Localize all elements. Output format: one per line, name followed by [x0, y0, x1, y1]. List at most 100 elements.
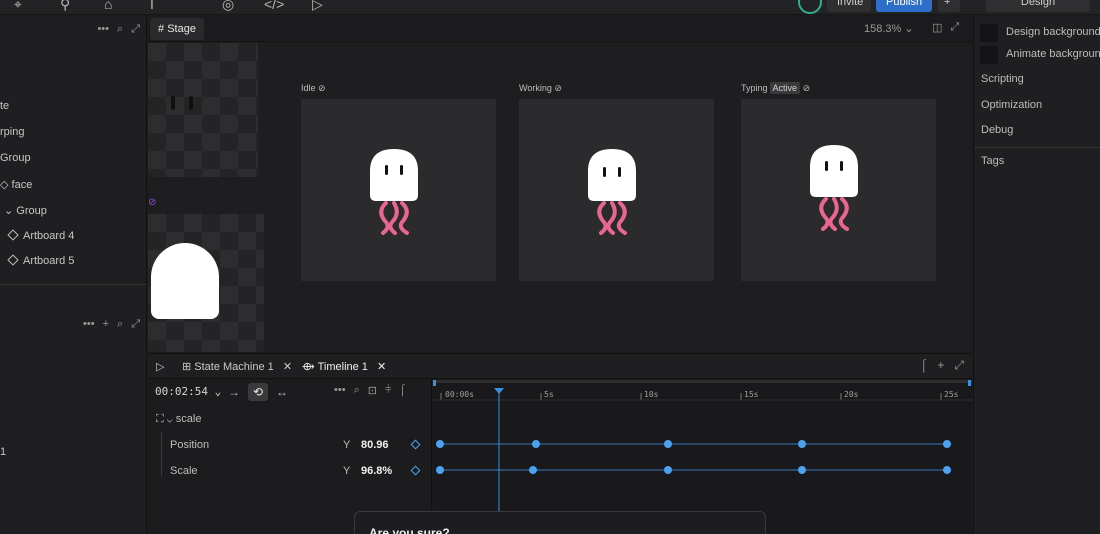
timeline-tabbar: ▷ ⊞ State Machine 1 ✕ ⟴ Timeline 1 ✕ ⌠ +…	[148, 353, 972, 379]
keyframe-diamond-icon[interactable]	[410, 465, 421, 476]
eye-left	[171, 96, 175, 110]
scale-y-value[interactable]: 96.8%	[361, 465, 392, 477]
link-icon: ⊘	[554, 83, 562, 93]
tab-stage[interactable]: # Stage	[150, 18, 204, 40]
tree-item-artboard-4[interactable]: Artboard 4	[7, 229, 75, 242]
tab-timeline[interactable]: ⟴ Timeline 1 ✕	[296, 357, 392, 377]
expand-icon[interactable]: ⤢	[131, 23, 140, 36]
add-icon[interactable]: +	[103, 318, 109, 330]
stage-icons: ◫ ⤢	[932, 21, 959, 34]
search-icon[interactable]: ⌕	[117, 23, 123, 36]
tree-item-face[interactable]: ◇ face	[0, 178, 32, 191]
close-icon[interactable]: ✕	[283, 361, 292, 373]
tab-state-machine[interactable]: ⊞ State Machine 1 ✕	[176, 357, 298, 377]
zoom-value: 158.3%	[864, 23, 902, 35]
link-icon[interactable]: ⊘	[148, 197, 156, 208]
active-badge: Active	[769, 82, 801, 94]
jelly-idle	[370, 149, 418, 235]
split-view-icon[interactable]: ◫	[932, 21, 942, 34]
animate-background-swatch[interactable]	[980, 46, 998, 64]
ease-icon[interactable]: ⌠	[920, 358, 927, 373]
publish-button[interactable]: Publish	[876, 0, 932, 12]
artboard-preview-face[interactable]	[148, 43, 258, 177]
group-icon: ⛶ ⌄	[156, 413, 176, 425]
stage-canvas[interactable]: ⊘ Idle ⊘ Working ⊘ Typing Active ⊘	[148, 43, 972, 352]
align-icon[interactable]: ⫩	[385, 384, 391, 397]
axis-label: Y	[343, 465, 351, 477]
design-background-label: Design background	[1006, 26, 1100, 38]
row-label: Position	[170, 439, 210, 451]
playhead-handle	[494, 388, 504, 394]
zoom-select[interactable]: 158.3% ⌄	[864, 22, 914, 35]
time-value: 00:02:54	[155, 385, 208, 398]
more-button[interactable]: +	[938, 0, 960, 12]
artboard-typing[interactable]	[741, 99, 936, 281]
tree-item[interactable]: rping	[0, 126, 24, 138]
search-icon[interactable]: ⌕	[117, 318, 123, 331]
section-optimization[interactable]: Optimization	[981, 99, 1042, 111]
move-tool-icon[interactable]: ⌖	[14, 0, 22, 13]
tree-item-group[interactable]: ⌄ Group	[4, 204, 47, 217]
tab-label: Timeline 1	[317, 361, 368, 373]
tree-item[interactable]: Group	[0, 152, 31, 164]
text-tool-icon[interactable]: I	[150, 0, 154, 12]
jelly-working	[588, 149, 636, 235]
ping-pong-icon[interactable]: ↔	[272, 383, 292, 401]
code-tool-icon[interactable]: </>	[264, 0, 284, 12]
tree-item[interactable]: te	[0, 100, 9, 112]
position-y-value[interactable]: 80.96	[361, 439, 389, 451]
section-scripting[interactable]: Scripting	[981, 73, 1024, 85]
time-display[interactable]: 00:02:54 ⌄	[155, 385, 221, 398]
play-icon[interactable]: ▷	[150, 357, 170, 377]
confirm-dialog[interactable]: Are you sure?	[354, 511, 766, 534]
chevron-down-icon: ⌄	[904, 23, 914, 35]
artboard-name: Idle	[301, 83, 316, 93]
grid-icon: #	[158, 23, 168, 35]
artboard-preview-body[interactable]	[148, 214, 264, 352]
design-mode-button[interactable]: Design	[986, 0, 1090, 12]
timeline-tab-icons: ⌠ + ⤢	[920, 358, 964, 373]
one-shot-icon[interactable]: →	[224, 383, 244, 401]
ease-icon[interactable]: ⌠	[399, 384, 406, 397]
artboard-label-working[interactable]: Working ⊘	[519, 83, 562, 94]
animate-background-label: Animate background	[1006, 48, 1100, 60]
expand-icon[interactable]: ⤢	[131, 318, 140, 331]
more-icon[interactable]: •••	[97, 23, 109, 35]
close-icon[interactable]: ✕	[377, 361, 386, 373]
play-icon[interactable]: ▷	[312, 0, 323, 13]
avatar[interactable]	[798, 0, 822, 14]
inspector-panel: Design background Animate background Scr…	[973, 16, 1100, 534]
dialog-title: Are you sure?	[369, 526, 450, 534]
artboard-name: Typing	[741, 83, 768, 93]
keyframe-diamond-icon[interactable]	[410, 439, 421, 450]
tree-item-label: Group	[16, 205, 47, 217]
row-label: Scale	[170, 465, 198, 477]
section-tags[interactable]: Tags	[981, 155, 1004, 167]
list-item[interactable]: 1	[0, 446, 6, 458]
group-label: scale	[175, 413, 202, 425]
artboard-label-idle[interactable]: Idle ⊘	[301, 83, 326, 94]
assets-header: ••• + ⌕ ⤢	[83, 314, 140, 334]
target-tool-icon[interactable]: ◎	[222, 0, 234, 13]
artboard-idle[interactable]	[301, 99, 496, 281]
shape-tool-icon[interactable]: ⌂	[104, 0, 112, 12]
artboard-working[interactable]	[519, 99, 714, 281]
add-icon[interactable]: +	[937, 358, 944, 373]
hierarchy-header: ••• ⌕ ⤢	[97, 19, 140, 39]
group-scale[interactable]: ⛶ ⌄ scale	[156, 413, 201, 426]
search-icon[interactable]: ⌕	[354, 384, 360, 397]
expand-icon[interactable]: ⤢	[950, 21, 959, 34]
snap-icon[interactable]: ⊡	[368, 384, 377, 397]
tree-item-artboard-5[interactable]: Artboard 5	[7, 254, 74, 267]
invite-button[interactable]: Invite	[827, 0, 871, 12]
artboard-label-typing[interactable]: Typing Active ⊘	[741, 82, 810, 94]
more-icon[interactable]: •••	[334, 384, 346, 397]
more-icon[interactable]: •••	[83, 318, 95, 330]
tree-item-label: Artboard 4	[23, 230, 75, 242]
section-debug[interactable]: Debug	[981, 124, 1013, 136]
loop-icon[interactable]: ⟲	[248, 383, 268, 401]
design-background-swatch[interactable]	[980, 24, 998, 42]
expand-icon[interactable]: ⤢	[954, 358, 964, 373]
state-machine-icon: ⊞	[182, 361, 195, 373]
pen-tool-icon[interactable]: ⚲	[60, 0, 70, 13]
